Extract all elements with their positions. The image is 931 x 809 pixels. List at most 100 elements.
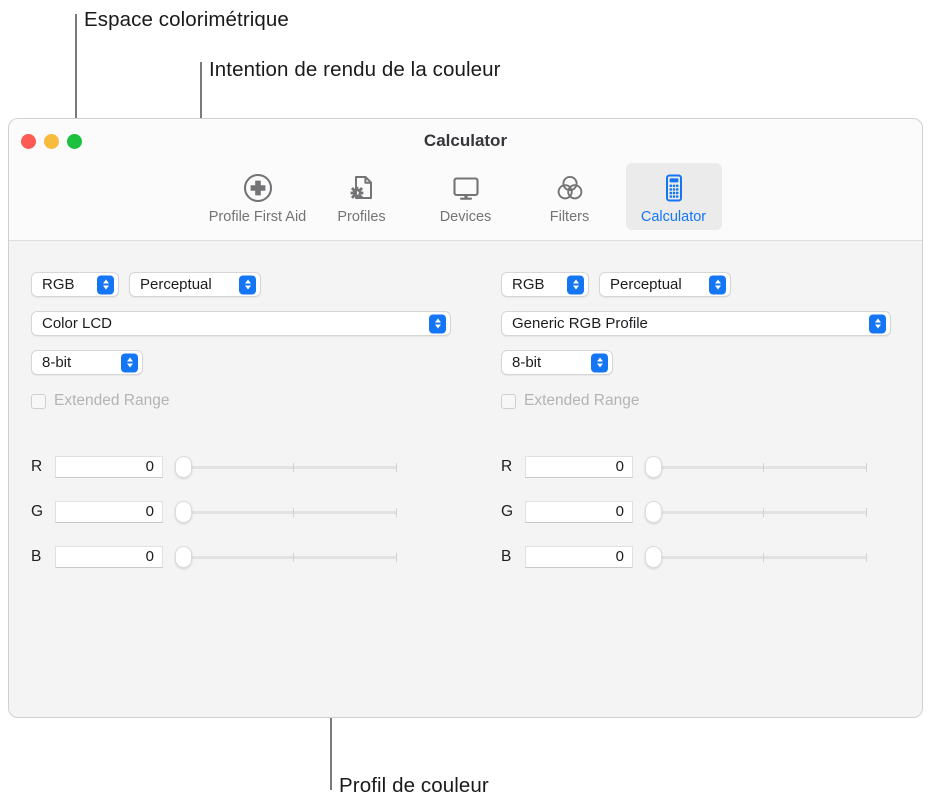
slider-knob[interactable] (175, 545, 192, 568)
source-space-intent-row: RGB Perceptual (31, 272, 451, 297)
source-channel-row-g: G 0 (31, 489, 451, 534)
chevron-updown-icon (709, 275, 726, 294)
slider-tick-end (396, 507, 397, 517)
calculator-body: RGB Perceptual Color LCD 8-bit Extended … (9, 241, 922, 717)
popup-value: Perceptual (610, 276, 682, 293)
slider-tick-end (866, 462, 867, 472)
source-channel-sliders: R 0 G 0 B 0 (31, 444, 451, 579)
popup-value: Perceptual (140, 276, 212, 293)
slider-track (185, 510, 397, 514)
callout-label: Espace colorimétrique (84, 8, 289, 31)
popup-value: RGB (512, 276, 545, 293)
chevron-updown-icon (121, 353, 138, 372)
slider-tick-end (396, 552, 397, 562)
chevron-updown-icon (239, 275, 256, 294)
source-bit-depth-popup[interactable]: 8-bit (31, 350, 143, 375)
destination-bit-depth-popup[interactable]: 8-bit (501, 350, 613, 375)
destination-extended-range-row[interactable]: Extended Range (501, 392, 901, 410)
channel-label: B (31, 547, 42, 565)
source-r-slider[interactable] (175, 455, 397, 478)
popup-value: Color LCD (42, 315, 113, 332)
destination-b-slider[interactable] (645, 545, 867, 568)
destination-b-value-field[interactable]: 0 (525, 545, 633, 568)
toolbar-item-calculator[interactable]: Calculator (625, 163, 722, 230)
toolbar-item-label: Filters (549, 209, 590, 225)
destination-r-slider[interactable] (645, 455, 867, 478)
destination-color-panel: RGB Perceptual Generic RGB Profile 8-bit (501, 241, 901, 579)
slider-track (655, 465, 867, 469)
toolbar-item-devices[interactable]: Devices (418, 163, 514, 230)
slider-knob[interactable] (175, 500, 192, 523)
chevron-updown-icon (869, 314, 886, 333)
slider-tick-mid (763, 552, 764, 562)
first-aid-icon (242, 169, 274, 207)
window-titlebar: Calculator Profile First Aid Profiles De… (9, 119, 922, 241)
slider-knob[interactable] (175, 455, 192, 478)
slider-track (655, 555, 867, 559)
destination-extended-range-checkbox[interactable] (501, 393, 516, 409)
source-channel-row-b: B 0 (31, 534, 451, 579)
slider-tick-mid (293, 507, 294, 517)
slider-tick-end (866, 507, 867, 517)
source-rendering-intent-popup[interactable]: Perceptual (129, 272, 261, 297)
destination-channel-row-g: G 0 (501, 489, 901, 534)
slider-tick-end (396, 462, 397, 472)
source-extended-range-label: Extended Range (54, 392, 170, 409)
source-b-slider[interactable] (175, 545, 397, 568)
destination-color-space-popup[interactable]: RGB (501, 272, 589, 297)
callout-label: Intention de rendu de la couleur (209, 58, 501, 81)
destination-rendering-intent-popup[interactable]: Perceptual (599, 272, 731, 297)
popup-value: RGB (42, 276, 75, 293)
slider-track (185, 465, 397, 469)
source-channel-row-r: R 0 (31, 444, 451, 489)
slider-knob[interactable] (645, 455, 662, 478)
callout-label: Profil de couleur (339, 774, 489, 797)
slider-knob[interactable] (645, 545, 662, 568)
source-color-space-popup[interactable]: RGB (31, 272, 119, 297)
slider-track (655, 510, 867, 514)
channel-label: R (31, 457, 43, 475)
slider-knob[interactable] (645, 500, 662, 523)
toolbar: Profile First Aid Profiles Devices Filte… (9, 163, 922, 230)
source-extended-range-checkbox[interactable] (31, 393, 46, 409)
popup-value: 8-bit (512, 354, 542, 371)
colorsync-utility-window: Calculator Profile First Aid Profiles De… (8, 118, 923, 718)
chevron-updown-icon (591, 353, 608, 372)
destination-space-intent-row: RGB Perceptual (501, 272, 901, 297)
source-extended-range-row[interactable]: Extended Range (31, 392, 451, 410)
toolbar-item-label: Calculator (640, 209, 707, 225)
toolbar-item-profiles[interactable]: Profiles (314, 163, 410, 230)
toolbar-item-profile-first-aid[interactable]: Profile First Aid (208, 163, 307, 230)
source-profile-popup[interactable]: Color LCD (31, 311, 451, 336)
slider-tick-mid (763, 462, 764, 472)
destination-channel-row-r: R 0 (501, 444, 901, 489)
destination-r-value-field[interactable]: 0 (525, 455, 633, 478)
source-r-value-field[interactable]: 0 (55, 455, 163, 478)
toolbar-item-label: Profiles (337, 209, 386, 225)
calculator-icon (658, 169, 690, 207)
slider-track (185, 555, 397, 559)
destination-profile-popup[interactable]: Generic RGB Profile (501, 311, 891, 336)
channel-label: G (31, 502, 44, 520)
source-g-slider[interactable] (175, 500, 397, 523)
channel-label: G (501, 502, 514, 520)
popup-value: 8-bit (42, 354, 72, 371)
channel-label: B (501, 547, 512, 565)
destination-channel-row-b: B 0 (501, 534, 901, 579)
venn-circles-icon (554, 169, 586, 207)
popup-value: Generic RGB Profile (512, 315, 648, 332)
source-b-value-field[interactable]: 0 (55, 545, 163, 568)
destination-g-value-field[interactable]: 0 (525, 500, 633, 523)
toolbar-item-filters[interactable]: Filters (522, 163, 618, 230)
destination-extended-range-label: Extended Range (524, 392, 640, 409)
chevron-updown-icon (97, 275, 114, 294)
window-title: Calculator (423, 131, 508, 150)
slider-tick-mid (293, 462, 294, 472)
toolbar-item-label: Profile First Aid (208, 209, 307, 225)
destination-g-slider[interactable] (645, 500, 867, 523)
screenshot-root: Espace colorimétrique Intention de rendu… (0, 0, 931, 809)
slider-tick-mid (763, 507, 764, 517)
source-g-value-field[interactable]: 0 (55, 500, 163, 523)
source-color-panel: RGB Perceptual Color LCD 8-bit Extended … (31, 241, 451, 579)
slider-tick-end (866, 552, 867, 562)
